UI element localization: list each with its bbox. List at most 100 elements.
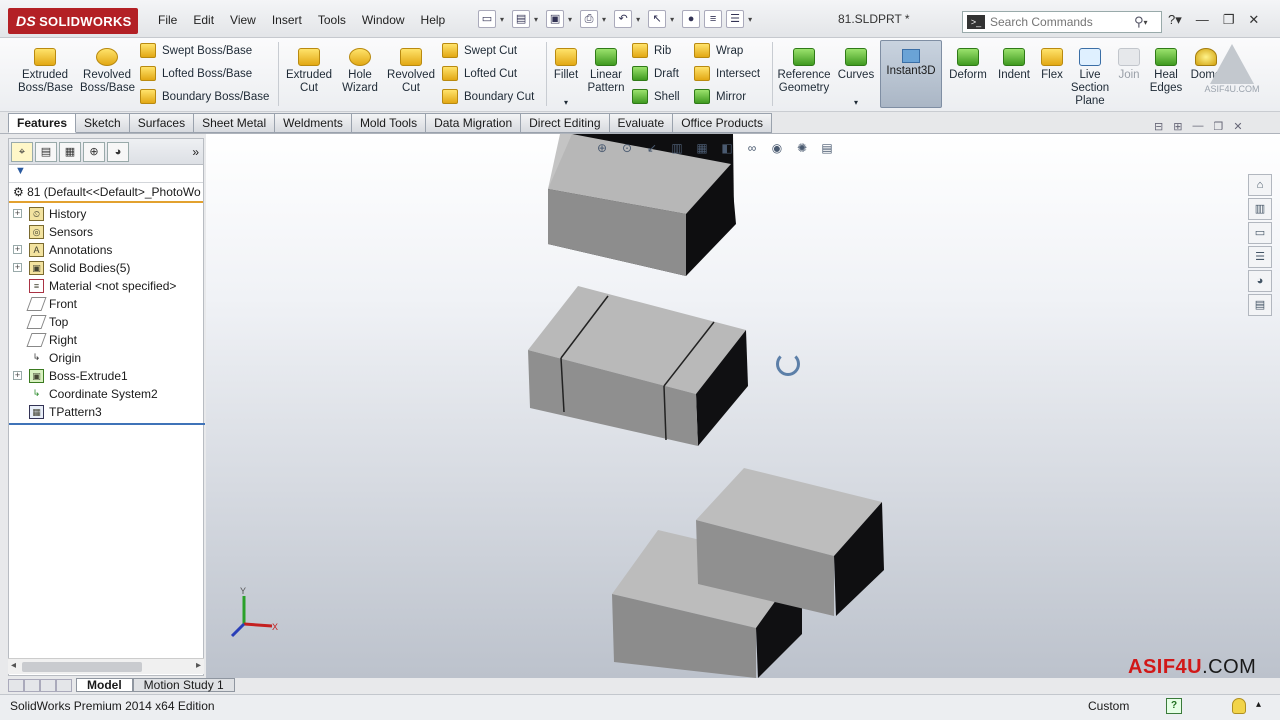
tree-item-origin[interactable]: ↳ Origin: [9, 349, 203, 367]
lofted-cut-button[interactable]: Lofted Cut: [442, 66, 517, 81]
tree-item-tpattern3[interactable]: ▦ TPattern3: [9, 403, 203, 421]
tree-item-sensors[interactable]: ◎ Sensors: [9, 223, 203, 241]
minimize-icon[interactable]: —: [1196, 12, 1209, 28]
print-icon[interactable]: ⎙: [580, 10, 599, 28]
curves-dropdown-icon[interactable]: ▾: [836, 96, 876, 109]
tab-sketch[interactable]: Sketch: [76, 113, 130, 133]
expand-icon[interactable]: +: [13, 209, 22, 218]
display-style-icon[interactable]: ◧: [719, 141, 735, 155]
fillet-button[interactable]: Fillet ▾: [550, 48, 582, 109]
property-manager-icon[interactable]: ▤: [35, 141, 57, 162]
tree-item-history[interactable]: + ⏲ History: [9, 205, 203, 223]
tree-item-boss-extrude1[interactable]: + ▣ Boss-Extrude1: [9, 367, 203, 385]
section-view-icon[interactable]: ▥: [669, 141, 685, 155]
menu-window[interactable]: Window: [354, 10, 413, 30]
solid-body-middle[interactable]: [528, 286, 748, 446]
tab-office-products[interactable]: Office Products: [673, 113, 773, 133]
menu-help[interactable]: Help: [413, 10, 454, 30]
help-icon[interactable]: ?▾: [1168, 12, 1182, 28]
rollback-bar[interactable]: [9, 423, 205, 425]
rebuild-indicator-icon[interactable]: [1232, 698, 1246, 714]
options-dropdown-icon[interactable]: ▾: [748, 15, 752, 24]
view-palette-icon[interactable]: ☰: [1248, 246, 1272, 268]
units-selector[interactable]: Custom: [1088, 699, 1129, 713]
viewport-minimize-icon[interactable]: —: [1192, 120, 1203, 133]
solidworks-resources-icon[interactable]: ⌂: [1248, 174, 1272, 196]
display-manager-icon[interactable]: ◕: [107, 141, 129, 162]
solidworks-logo[interactable]: DS SOLIDWORKS: [8, 8, 138, 34]
menu-file[interactable]: File: [150, 10, 185, 30]
tab-surfaces[interactable]: Surfaces: [129, 113, 195, 133]
prev-tab-icon[interactable]: [24, 678, 40, 692]
tab-mold-tools[interactable]: Mold Tools: [351, 113, 427, 133]
zoom-to-fit-icon[interactable]: ⊕: [594, 141, 610, 155]
tree-item-front-plane[interactable]: Front: [9, 295, 203, 313]
fillet-dropdown-icon[interactable]: ▾: [550, 96, 582, 109]
tab-evaluate[interactable]: Evaluate: [609, 113, 674, 133]
close-icon[interactable]: ✕: [1248, 12, 1259, 28]
intersect-button[interactable]: Intersect: [694, 66, 760, 81]
curves-button[interactable]: Curves ▾: [836, 48, 876, 109]
heal-edges-button[interactable]: Heal Edges: [1146, 48, 1186, 95]
tab-features[interactable]: Features: [8, 113, 77, 133]
undo-icon[interactable]: ↶: [614, 10, 633, 28]
restore-icon[interactable]: ❐: [1223, 12, 1235, 28]
save-icon[interactable]: ▣: [546, 10, 565, 28]
graphics-area[interactable]: [206, 134, 1280, 678]
join-button[interactable]: Join: [1116, 48, 1142, 82]
tree-item-material[interactable]: ≡ Material <not specified>: [9, 277, 203, 295]
print-dropdown-icon[interactable]: ▾: [602, 15, 606, 24]
apply-scene-icon[interactable]: ✺: [794, 141, 810, 155]
menu-insert[interactable]: Insert: [264, 10, 310, 30]
menu-view[interactable]: View: [222, 10, 264, 30]
extruded-cut-button[interactable]: Extruded Cut: [284, 48, 334, 95]
open-folder-icon[interactable]: ▤: [512, 10, 531, 28]
previous-view-icon[interactable]: ↙: [644, 141, 660, 155]
tree-item-right-plane[interactable]: Right: [9, 331, 203, 349]
tree-item-top-plane[interactable]: Top: [9, 313, 203, 331]
tile-horizontal-icon[interactable]: ⊟: [1154, 120, 1163, 133]
scroll-thumb[interactable]: [22, 662, 142, 672]
flex-button[interactable]: Flex: [1038, 48, 1066, 82]
configuration-manager-icon[interactable]: ▦: [59, 141, 81, 162]
status-dropdown-icon[interactable]: ▴: [1256, 699, 1261, 710]
options-icon[interactable]: ☰: [726, 10, 745, 28]
mirror-button[interactable]: Mirror: [694, 89, 746, 104]
tab-motion-study-1[interactable]: Motion Study 1: [132, 678, 235, 692]
viewport-close-icon[interactable]: ✕: [1233, 120, 1242, 133]
first-tab-icon[interactable]: [8, 678, 24, 692]
rib-button[interactable]: Rib: [632, 43, 671, 58]
select-dropdown-icon[interactable]: ▾: [670, 15, 674, 24]
scroll-right-icon[interactable]: ▸: [196, 660, 201, 671]
tree-item-solid-bodies[interactable]: + ▣ Solid Bodies(5): [9, 259, 203, 277]
hide-show-items-icon[interactable]: ∞: [744, 141, 760, 155]
save-dropdown-icon[interactable]: ▾: [568, 15, 572, 24]
edit-appearance-icon[interactable]: ◉: [769, 141, 785, 155]
tab-data-migration[interactable]: Data Migration: [426, 113, 522, 133]
rebuild-traffic-light-icon[interactable]: ●: [682, 10, 701, 28]
tab-model[interactable]: Model: [76, 678, 133, 692]
last-tab-icon[interactable]: [56, 678, 72, 692]
tree-item-coordinate-system2[interactable]: ↳ Coordinate System2: [9, 385, 203, 403]
viewport-restore-icon[interactable]: ❐: [1213, 120, 1223, 133]
tree-root-part[interactable]: ⚙ 81 (Default<<Default>_PhotoWo: [9, 183, 203, 203]
indent-button[interactable]: Indent: [994, 48, 1034, 82]
custom-properties-icon[interactable]: ▤: [1248, 294, 1272, 316]
hole-wizard-button[interactable]: Hole Wizard: [338, 48, 382, 95]
design-library-icon[interactable]: ▥: [1248, 198, 1272, 220]
more-tabs-chevron-icon[interactable]: »: [192, 145, 199, 159]
instant3d-button[interactable]: Instant3D: [880, 40, 942, 108]
swept-boss-button[interactable]: Swept Boss/Base: [140, 43, 252, 58]
boundary-cut-button[interactable]: Boundary Cut: [442, 89, 534, 104]
scroll-left-icon[interactable]: ◂: [11, 660, 16, 671]
quick-tips-help-icon[interactable]: ?: [1166, 698, 1182, 714]
menu-tools[interactable]: Tools: [310, 10, 354, 30]
reference-geometry-button[interactable]: Reference Geometry: [776, 48, 832, 95]
file-explorer-icon[interactable]: ▭: [1248, 222, 1272, 244]
dimxpert-manager-icon[interactable]: ⊕: [83, 141, 105, 162]
tile-vertical-icon[interactable]: ⊞: [1173, 120, 1182, 133]
search-dropdown-icon[interactable]: ▾: [1144, 18, 1148, 27]
menu-edit[interactable]: Edit: [185, 10, 222, 30]
open-dropdown-icon[interactable]: ▾: [534, 15, 538, 24]
revolved-boss-button[interactable]: Revolved Boss/Base: [80, 48, 135, 95]
